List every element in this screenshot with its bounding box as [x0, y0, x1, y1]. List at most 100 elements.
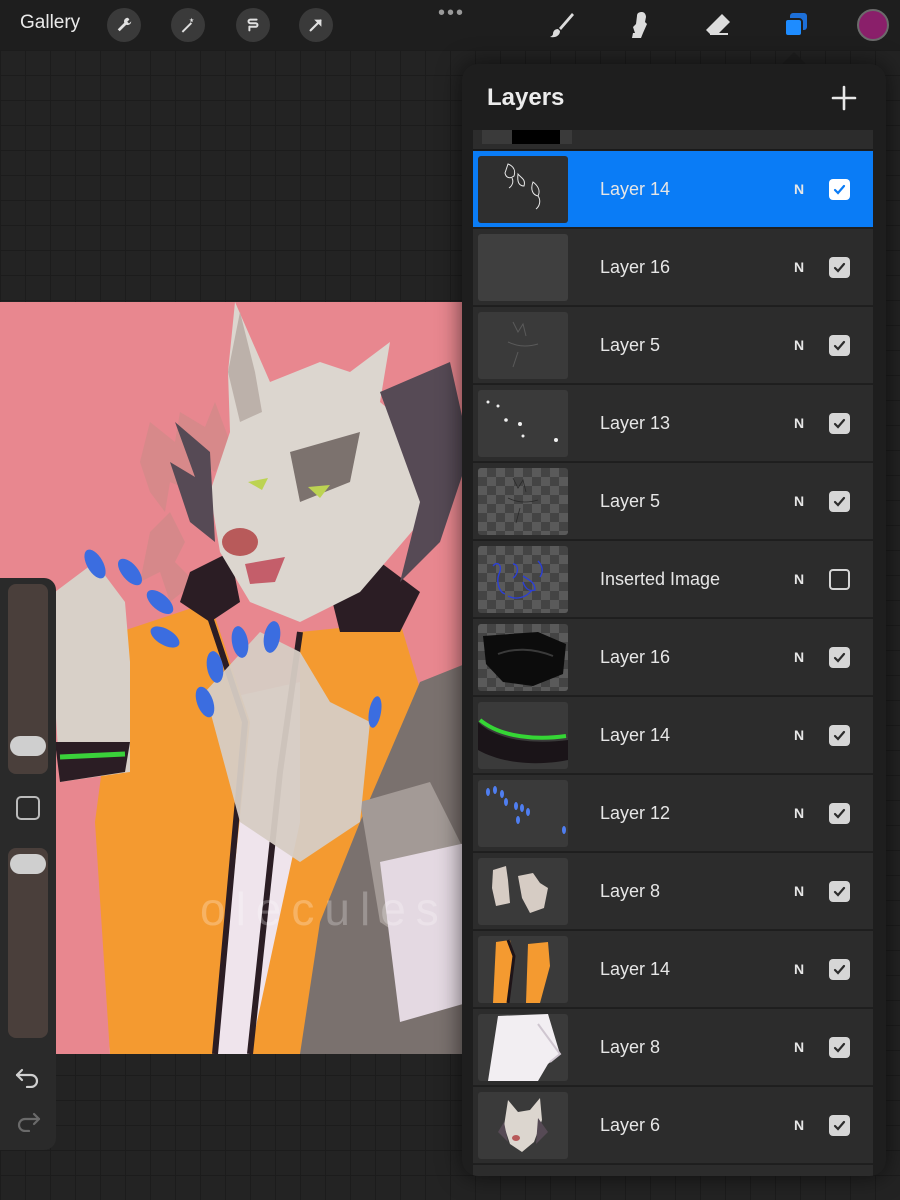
layer-thumbnail[interactable]: [478, 780, 568, 847]
visibility-checkbox[interactable]: [829, 335, 850, 356]
layer-row-partial[interactable]: [473, 1165, 873, 1176]
layer-name[interactable]: Layer 8: [600, 1037, 660, 1058]
more-options-dots[interactable]: •••: [438, 2, 465, 25]
layer-name[interactable]: Layer 14: [600, 959, 670, 980]
checkmark-icon: [833, 886, 846, 897]
blend-mode-button[interactable]: N: [794, 805, 804, 821]
visibility-checkbox[interactable]: [829, 569, 850, 590]
blend-mode-button[interactable]: N: [794, 1117, 804, 1133]
visibility-checkbox[interactable]: [829, 1037, 850, 1058]
magic-wand-icon[interactable]: [171, 8, 205, 42]
active-color-swatch[interactable]: [857, 9, 889, 41]
layer-thumbnail[interactable]: [478, 1014, 568, 1081]
checkmark-icon: [833, 262, 846, 273]
layer-row[interactable]: Layer 8 N: [473, 853, 873, 930]
layer-name[interactable]: Layer 13: [600, 413, 670, 434]
blend-mode-button[interactable]: N: [794, 415, 804, 431]
character-illustration: [0, 302, 470, 1054]
modify-button[interactable]: [16, 796, 40, 820]
layer-thumbnail[interactable]: [478, 156, 568, 223]
checkmark-icon: [833, 184, 846, 195]
visibility-checkbox[interactable]: [829, 179, 850, 200]
gallery-button[interactable]: Gallery: [20, 12, 80, 34]
layer-thumbnail[interactable]: [478, 390, 568, 457]
wrench-icon[interactable]: [107, 8, 141, 42]
blend-mode-button[interactable]: N: [794, 259, 804, 275]
layer-row[interactable]: Layer 5 N: [473, 463, 873, 540]
brush-size-thumb[interactable]: [10, 736, 46, 756]
layer-name[interactable]: Inserted Image: [600, 569, 720, 590]
visibility-checkbox[interactable]: [829, 725, 850, 746]
selection-icon[interactable]: [236, 8, 270, 42]
layers-icon[interactable]: [780, 9, 812, 41]
checkmark-icon: [833, 652, 846, 663]
layer-row[interactable]: Layer 14 N: [473, 697, 873, 774]
visibility-checkbox[interactable]: [829, 1115, 850, 1136]
checkmark-icon: [833, 496, 846, 507]
checkmark-icon: [833, 964, 846, 975]
visibility-checkbox[interactable]: [829, 959, 850, 980]
blend-mode-button[interactable]: N: [794, 493, 804, 509]
layer-row[interactable]: Layer 6 N: [473, 1087, 873, 1164]
blend-mode-button[interactable]: N: [794, 727, 804, 743]
layer-row[interactable]: Layer 14 N: [473, 931, 873, 1008]
checkmark-icon: [833, 340, 846, 351]
layer-name[interactable]: Layer 14: [600, 725, 670, 746]
brush-sliders-panel: [0, 578, 56, 1150]
layer-thumbnail[interactable]: [478, 858, 568, 925]
layer-row[interactable]: Layer 14 N: [473, 151, 873, 228]
canvas-artwork[interactable]: olecules: [0, 302, 470, 1054]
visibility-checkbox[interactable]: [829, 881, 850, 902]
blend-mode-button[interactable]: N: [794, 337, 804, 353]
layer-thumbnail[interactable]: [478, 546, 568, 613]
transform-arrow-icon[interactable]: [299, 8, 333, 42]
brush-opacity-thumb[interactable]: [10, 854, 46, 874]
layer-list[interactable]: Layer 14 N Layer 16 N Layer 5 N Layer 13…: [473, 130, 873, 1176]
layer-thumbnail[interactable]: [478, 312, 568, 379]
layer-row[interactable]: Layer 8 N: [473, 1009, 873, 1086]
smudge-icon[interactable]: [624, 9, 656, 41]
blend-mode-button[interactable]: N: [794, 649, 804, 665]
checkmark-icon: [833, 418, 846, 429]
layer-name[interactable]: Layer 14: [600, 179, 670, 200]
layer-row-partial[interactable]: [473, 130, 873, 150]
blend-mode-button[interactable]: N: [794, 181, 804, 197]
blend-mode-button[interactable]: N: [794, 883, 804, 899]
add-layer-button[interactable]: [830, 84, 858, 112]
redo-icon[interactable]: [14, 1108, 42, 1132]
layer-name[interactable]: Layer 6: [600, 1115, 660, 1136]
layer-row[interactable]: Layer 16 N: [473, 619, 873, 696]
layer-thumbnail[interactable]: [478, 702, 568, 769]
blend-mode-button[interactable]: N: [794, 961, 804, 977]
layer-thumbnail[interactable]: [478, 468, 568, 535]
layer-thumbnail[interactable]: [478, 1092, 568, 1159]
layer-name[interactable]: Layer 5: [600, 491, 660, 512]
checkmark-icon: [833, 808, 846, 819]
visibility-checkbox[interactable]: [829, 647, 850, 668]
layer-name[interactable]: Layer 16: [600, 257, 670, 278]
visibility-checkbox[interactable]: [829, 413, 850, 434]
layer-thumbnail[interactable]: [478, 936, 568, 1003]
brush-opacity-slider[interactable]: [8, 848, 48, 1038]
blend-mode-button[interactable]: N: [794, 571, 804, 587]
layer-name[interactable]: Layer 16: [600, 647, 670, 668]
blend-mode-button[interactable]: N: [794, 1039, 804, 1055]
layer-name[interactable]: Layer 8: [600, 881, 660, 902]
layer-name[interactable]: Layer 12: [600, 803, 670, 824]
undo-icon[interactable]: [14, 1064, 42, 1088]
brush-icon[interactable]: [546, 9, 578, 41]
layer-row[interactable]: Layer 13 N: [473, 385, 873, 462]
layer-row[interactable]: Layer 16 N: [473, 229, 873, 306]
layer-row[interactable]: Layer 12 N: [473, 775, 873, 852]
eraser-icon[interactable]: [702, 9, 734, 41]
visibility-checkbox[interactable]: [829, 491, 850, 512]
layer-thumbnail[interactable]: [478, 234, 568, 301]
layer-thumbnail[interactable]: [478, 624, 568, 691]
visibility-checkbox[interactable]: [829, 257, 850, 278]
layer-name[interactable]: Layer 5: [600, 335, 660, 356]
visibility-checkbox[interactable]: [829, 803, 850, 824]
artist-watermark: olecules: [200, 883, 449, 935]
layer-row[interactable]: Inserted Image N: [473, 541, 873, 618]
checkmark-icon: [833, 1120, 846, 1131]
layer-row[interactable]: Layer 5 N: [473, 307, 873, 384]
